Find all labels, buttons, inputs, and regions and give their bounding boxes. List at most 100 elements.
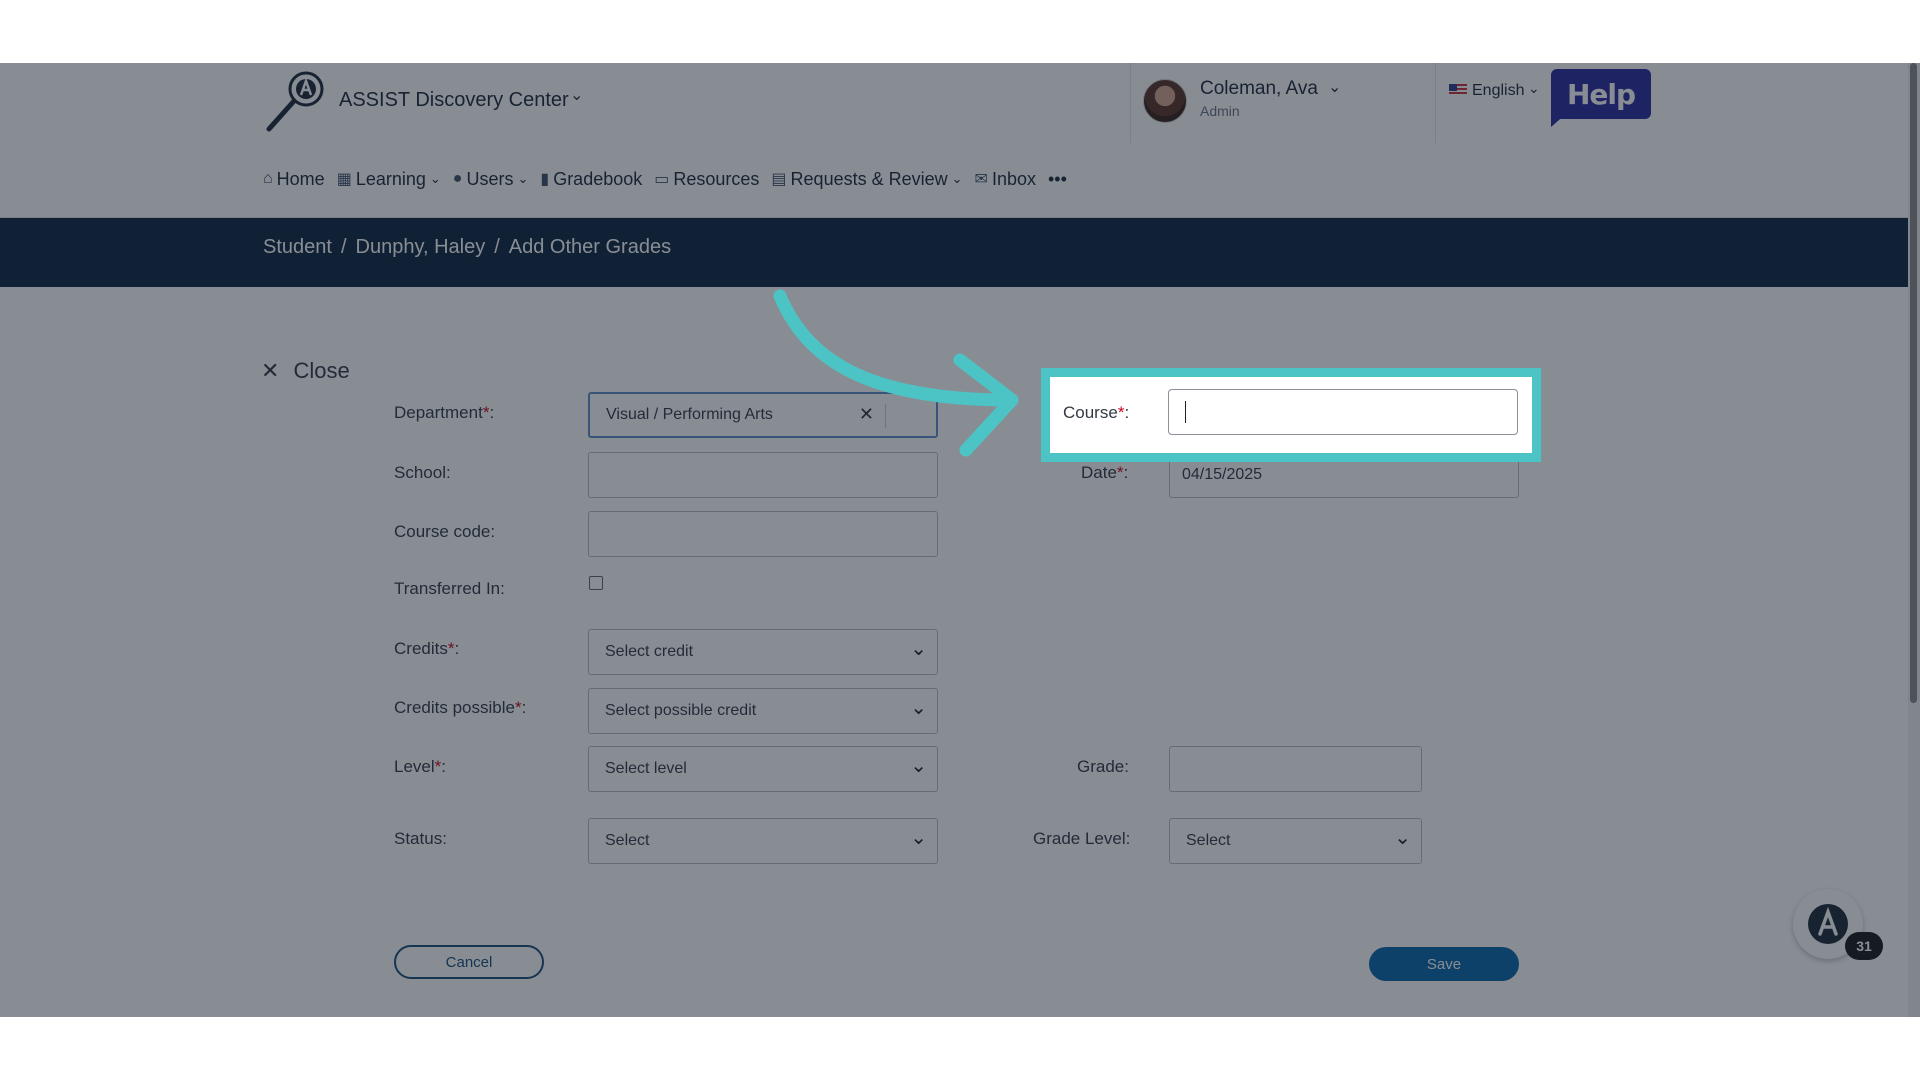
label-text: Grade: [1077, 757, 1125, 776]
learning-icon: ▦: [336, 171, 352, 188]
status-label: Status:: [394, 829, 447, 849]
main-nav: ⌂ Home ▦ Learning ⌄ ● Users ⌄ ▮ Gradebook ▭ Res…: [263, 167, 1079, 191]
label-colon: :: [441, 757, 446, 776]
nav-label: Gradebook: [553, 168, 643, 189]
user-name[interactable]: Coleman, Ava: [1200, 78, 1318, 100]
breadcrumb-bar: Student / Dunphy, Haley / Add Other Grad…: [0, 218, 1920, 287]
label-text: Credits possible: [394, 698, 515, 717]
breadcrumb-student[interactable]: Student: [263, 236, 332, 259]
grade-label: Grade:: [1077, 757, 1129, 777]
nav-item-resources[interactable]: ▭ Resources: [654, 169, 759, 190]
label-colon: :: [500, 579, 505, 598]
close-icon: ✕: [261, 358, 280, 383]
nav-label: Inbox: [991, 168, 1036, 189]
required-mark: *: [1116, 463, 1124, 482]
nav-label: Users: [466, 168, 514, 189]
nav-item-more[interactable]: •••: [1048, 169, 1067, 190]
chevron-down-icon: ⌄: [951, 171, 963, 186]
grade-level-label: Grade Level:: [1033, 829, 1130, 849]
credits-possible-label: Credits possible*:: [394, 698, 526, 718]
date-value: 04/15/2025: [1182, 466, 1263, 483]
divider: [1130, 63, 1131, 143]
top-header: ASSIST Discovery Center ⌄ Coleman, Ava ⌄…: [0, 63, 1920, 218]
level-select[interactable]: Select level: [588, 746, 938, 792]
label-colon: :: [521, 698, 527, 717]
save-button[interactable]: Save: [1369, 947, 1519, 981]
app-title[interactable]: ASSIST Discovery Center: [339, 89, 569, 112]
avatar[interactable]: [1143, 79, 1187, 123]
text-cursor: [1185, 401, 1186, 423]
nav-label: Home: [276, 168, 325, 189]
more-icon: •••: [1047, 168, 1067, 189]
label-text: Level: [394, 757, 435, 776]
gradebook-icon: ▮: [540, 171, 550, 188]
chevron-down-icon[interactable]: ⌄: [1328, 77, 1341, 97]
close-button[interactable]: ✕ Close: [261, 358, 350, 384]
nav-item-requests[interactable]: ▤ Requests & Review ⌄: [771, 169, 962, 190]
credits-label: Credits*:: [394, 639, 459, 659]
date-label: Date*:: [1081, 463, 1128, 483]
breadcrumb: Student / Dunphy, Haley / Add Other Grad…: [263, 236, 671, 259]
select-value: Select: [1186, 832, 1231, 849]
transferred-in-checkbox[interactable]: [589, 576, 603, 590]
grade-level-select[interactable]: Select: [1169, 818, 1422, 864]
label-text: Department: [394, 403, 483, 422]
pointer-arrow-icon: [773, 289, 1019, 457]
notification-count-badge: 31: [1845, 932, 1883, 960]
label-colon: :: [490, 522, 496, 541]
nav-item-users[interactable]: ● Users ⌄: [453, 169, 529, 190]
label-text: Date: [1081, 463, 1117, 482]
magnifier-logo-icon[interactable]: [263, 69, 329, 135]
breadcrumb-separator: /: [340, 236, 347, 258]
label-colon: :: [1123, 463, 1129, 482]
grade-input[interactable]: [1169, 746, 1422, 792]
inbox-icon: ✉: [974, 171, 988, 188]
assist-logo-icon: [1808, 904, 1848, 944]
us-flag-icon: [1449, 84, 1467, 96]
credits-select[interactable]: Select credit: [588, 629, 938, 675]
nav-item-gradebook[interactable]: ▮ Gradebook: [540, 169, 642, 190]
label-text: Credits: [394, 639, 448, 658]
chevron-down-icon[interactable]: ⌄: [570, 85, 583, 105]
label-text: Course code: [394, 522, 491, 541]
required-mark: *: [514, 698, 522, 717]
divider: [1435, 63, 1436, 143]
nav-item-learning[interactable]: ▦ Learning ⌄: [337, 169, 441, 190]
chevron-down-icon: ⌄: [517, 171, 529, 186]
nav-label: Resources: [673, 168, 760, 189]
credits-possible-select[interactable]: Select possible credit: [588, 688, 938, 734]
chevron-down-icon[interactable]: ⌄: [1528, 80, 1540, 97]
nav-item-inbox[interactable]: ✉ Inbox: [975, 169, 1036, 190]
label-colon: :: [489, 403, 495, 422]
home-icon: ⌂: [263, 170, 273, 187]
language-select[interactable]: English: [1472, 82, 1524, 100]
close-label: Close: [293, 358, 350, 383]
chevron-down-icon: ⌄: [429, 171, 441, 186]
label-text: Course: [1063, 403, 1118, 422]
label-colon: :: [1124, 757, 1129, 776]
help-bubble-tail: [1551, 113, 1567, 127]
course-field-highlight: Course*:: [1041, 368, 1541, 462]
course-input[interactable]: [1168, 389, 1518, 435]
label-text: School: [394, 463, 446, 482]
app-frame: ASSIST Discovery Center ⌄ Coleman, Ava ⌄…: [0, 63, 1920, 1017]
select-value: Select possible credit: [605, 702, 757, 719]
transferred-in-label: Transferred In:: [394, 579, 505, 599]
resources-icon: ▭: [654, 171, 670, 188]
label-text: Transferred In: [394, 579, 501, 598]
course-code-label: Course code:: [394, 522, 495, 542]
user-role: Admin: [1200, 103, 1240, 119]
label-colon: :: [1125, 829, 1131, 848]
label-colon: :: [1124, 403, 1130, 422]
level-label: Level*:: [394, 757, 446, 777]
help-button[interactable]: Help: [1551, 69, 1651, 119]
breadcrumb-student-name[interactable]: Dunphy, Haley: [356, 236, 486, 259]
cancel-button[interactable]: Cancel: [394, 945, 544, 979]
department-label: Department*:: [394, 403, 494, 423]
scrollbar-thumb[interactable]: [1910, 63, 1917, 703]
nav-item-home[interactable]: ⌂ Home: [263, 169, 325, 190]
select-value: Select: [605, 832, 650, 849]
status-select[interactable]: Select: [588, 818, 938, 864]
users-icon: ●: [452, 170, 463, 187]
label-colon: :: [454, 639, 460, 658]
